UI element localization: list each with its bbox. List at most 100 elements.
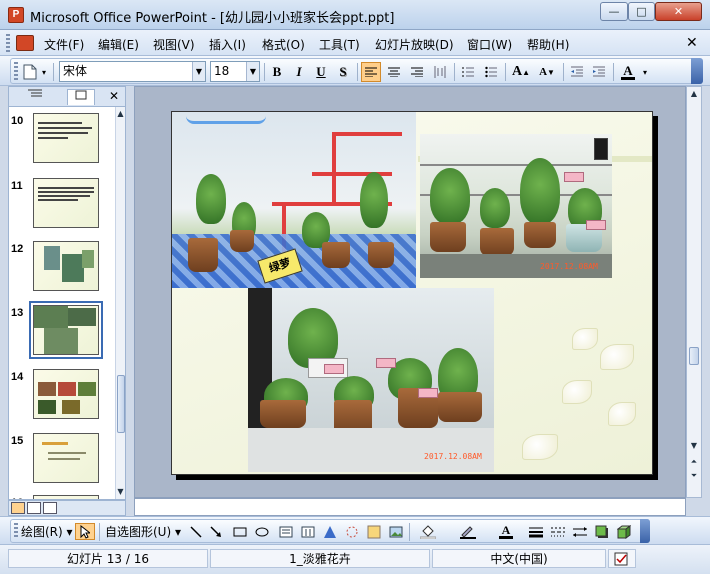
slide-thumbnail-16[interactable]: 16	[9, 495, 115, 499]
line-style-icon[interactable]	[527, 523, 545, 540]
draw-menu-button[interactable]: 绘图(R) ▾	[21, 523, 73, 540]
slide-preview[interactable]	[33, 369, 99, 419]
photo-plants-shelf[interactable]: 2017.12.08AM	[248, 288, 494, 472]
shadow-style-icon[interactable]	[593, 523, 611, 540]
slide-preview[interactable]	[33, 178, 99, 228]
menu-help[interactable]: 帮助(H)	[527, 36, 569, 53]
menu-edit[interactable]: 编辑(E)	[98, 36, 139, 53]
new-dropdown-chevron-icon[interactable]: ▾	[39, 62, 49, 82]
font-size-select[interactable]: 18 ▼	[210, 61, 260, 82]
previous-slide-icon[interactable]: ⏶	[687, 455, 701, 469]
scrollbar-thumb[interactable]	[689, 347, 699, 365]
slide-thumbnail-11[interactable]: 11	[9, 178, 115, 238]
menu-window[interactable]: 窗口(W)	[467, 36, 512, 53]
photo-plants-classroom[interactable]: 绿萝	[172, 112, 416, 288]
notes-pane[interactable]	[134, 498, 686, 516]
slide-thumbnail-12[interactable]: 12	[9, 241, 115, 301]
draw-font-color-icon[interactable]: A	[493, 523, 519, 540]
slide-scrollbar[interactable]: ▲ ▼ ⏶ ⏷	[686, 86, 702, 498]
textbox-tool-icon[interactable]	[277, 523, 295, 540]
powerpoint-app-icon[interactable]: P	[8, 7, 24, 23]
line-color-icon[interactable]	[455, 523, 481, 540]
menubar-grip[interactable]	[6, 34, 10, 52]
distribute-icon[interactable]	[430, 62, 450, 82]
slide-thumbnail-13[interactable]: 13	[9, 301, 115, 365]
close-pane-icon[interactable]: ✕	[107, 89, 121, 105]
grow-font-button[interactable]: A ▲	[509, 62, 533, 82]
line-tool-icon[interactable]	[187, 523, 205, 540]
slide-preview[interactable]	[33, 433, 99, 483]
photo-plants-windowsill[interactable]: 2017.12.08AM	[420, 134, 612, 278]
close-document-button[interactable]: ✕	[686, 35, 698, 51]
slide-preview[interactable]	[33, 495, 99, 499]
new-document-icon[interactable]	[21, 62, 39, 82]
outline-tab[interactable]	[21, 89, 49, 105]
slide-preview[interactable]	[29, 301, 103, 359]
shadow-button[interactable]: S	[333, 62, 353, 82]
underline-button[interactable]: U	[311, 62, 331, 82]
dash-style-icon[interactable]	[549, 523, 567, 540]
fill-color-icon[interactable]	[415, 523, 441, 540]
slideshow-view-icon[interactable]	[43, 502, 57, 514]
chevron-down-icon[interactable]: ▼	[192, 62, 205, 81]
vertical-textbox-icon[interactable]	[299, 523, 317, 540]
numbered-list-icon[interactable]	[458, 62, 478, 82]
menu-view[interactable]: 视图(V)	[153, 36, 195, 53]
align-left-icon[interactable]	[361, 62, 381, 82]
oval-tool-icon[interactable]	[253, 523, 271, 540]
wordart-icon[interactable]	[321, 523, 339, 540]
bulleted-list-icon[interactable]	[481, 62, 501, 82]
toolbar-options-button[interactable]	[640, 519, 650, 543]
font-color-button[interactable]: A	[617, 62, 639, 82]
scroll-down-icon[interactable]: ▼	[687, 439, 701, 453]
document-icon[interactable]	[16, 35, 34, 51]
3d-style-icon[interactable]	[615, 523, 633, 540]
menu-tools[interactable]: 工具(T)	[319, 36, 360, 53]
slide-preview[interactable]	[33, 113, 99, 163]
autoshapes-menu-button[interactable]: 自选图形(U) ▾	[105, 523, 181, 540]
close-window-button[interactable]: ✕	[655, 2, 702, 21]
slide-preview[interactable]	[33, 241, 99, 291]
slide-thumbnail-15[interactable]: 15	[9, 433, 115, 493]
current-slide[interactable]: 绿萝 2017.12.08AM 2017.12.08AM	[171, 111, 653, 475]
align-center-icon[interactable]	[384, 62, 404, 82]
italic-button[interactable]: I	[289, 62, 309, 82]
slide-thumbnail-10[interactable]: 10	[9, 113, 115, 173]
slide-sorter-view-icon[interactable]	[27, 502, 41, 514]
minimize-button[interactable]: —	[600, 2, 628, 21]
slides-tab[interactable]	[67, 89, 95, 105]
scroll-up-icon[interactable]: ▲	[687, 87, 701, 101]
align-right-icon[interactable]	[407, 62, 427, 82]
increase-indent-icon[interactable]	[589, 62, 609, 82]
normal-view-icon[interactable]	[11, 502, 25, 514]
menu-insert[interactable]: 插入(I)	[209, 36, 246, 53]
select-pointer-icon[interactable]	[75, 523, 95, 540]
clip-art-icon[interactable]	[365, 523, 383, 540]
chevron-down-icon[interactable]: ▼	[246, 62, 259, 81]
scroll-up-icon[interactable]: ▲	[116, 107, 125, 121]
menu-file[interactable]: 文件(F)	[44, 36, 84, 53]
maximize-button[interactable]: □	[628, 2, 655, 21]
spelling-check-icon[interactable]	[608, 549, 636, 568]
toolbar-grip[interactable]	[14, 523, 18, 539]
insert-picture-icon[interactable]	[387, 523, 405, 540]
slide-thumbnail-14[interactable]: 14	[9, 369, 115, 429]
toolbar-options-button[interactable]	[691, 58, 703, 84]
shrink-font-button[interactable]: A ▼	[535, 62, 559, 82]
rectangle-tool-icon[interactable]	[231, 523, 249, 540]
decrease-indent-icon[interactable]	[567, 62, 587, 82]
menu-slideshow[interactable]: 幻灯片放映(D)	[375, 36, 454, 53]
arrow-tool-icon[interactable]	[207, 523, 225, 540]
diagram-icon[interactable]	[343, 523, 361, 540]
next-slide-icon[interactable]: ⏷	[687, 469, 701, 483]
arrow-style-icon[interactable]	[571, 523, 589, 540]
font-name-select[interactable]: 宋体 ▼	[59, 61, 206, 82]
scroll-down-icon[interactable]: ▼	[116, 485, 125, 499]
toolbar-grip[interactable]	[14, 62, 18, 80]
thumbnails-scrollbar[interactable]: ▲ ▼	[115, 107, 125, 499]
chevron-down-icon[interactable]: ▾	[640, 62, 650, 82]
scrollbar-thumb[interactable]	[117, 375, 125, 433]
bold-button[interactable]: B	[267, 62, 287, 82]
menu-format[interactable]: 格式(O)	[262, 36, 305, 53]
slide-editing-area[interactable]: 绿萝 2017.12.08AM 2017.12.08AM	[134, 86, 686, 498]
